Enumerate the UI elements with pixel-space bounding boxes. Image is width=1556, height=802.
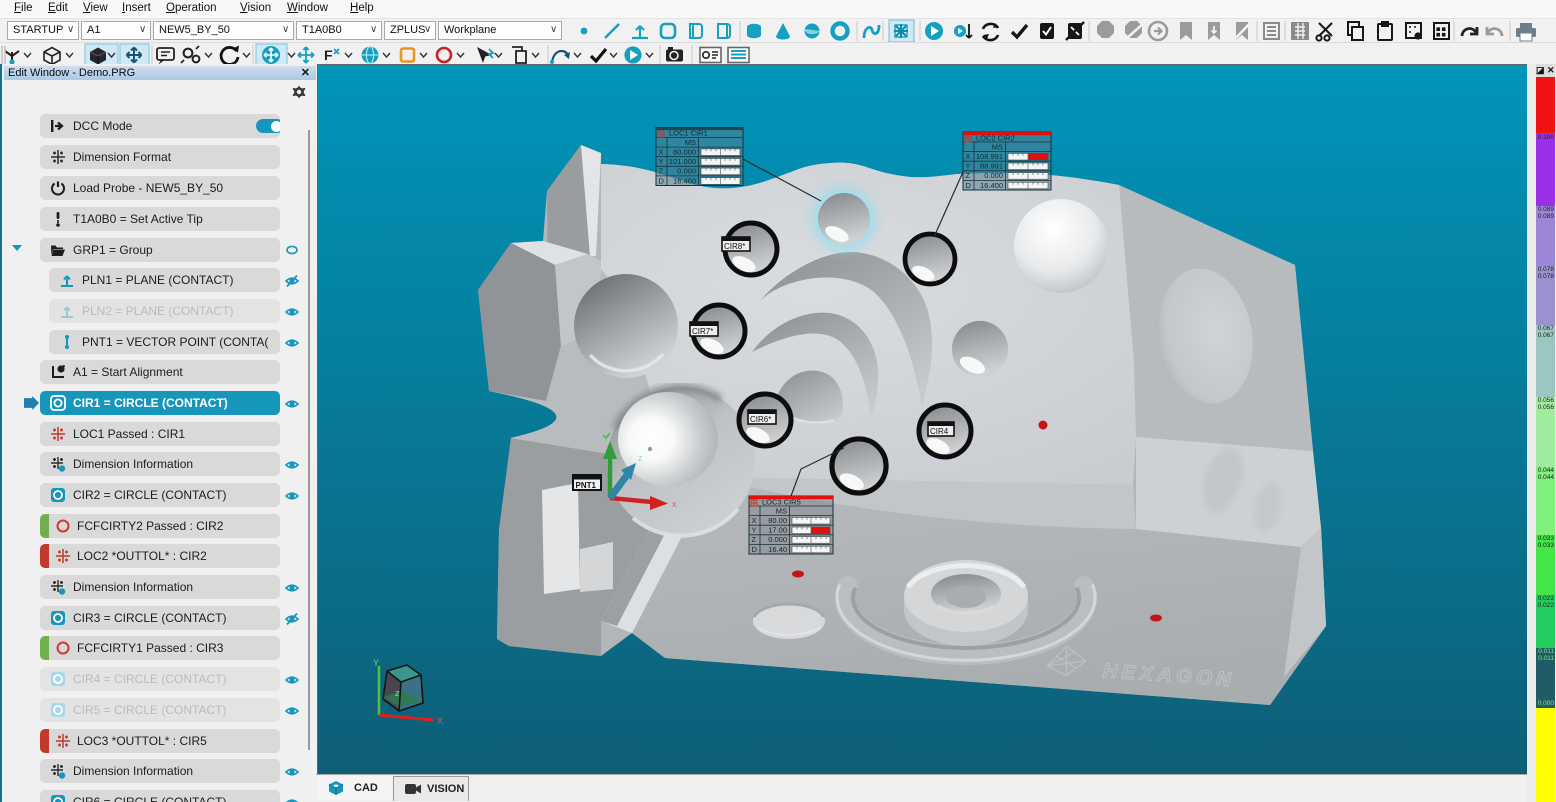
svg-text:101.000: 101.000 (669, 157, 696, 166)
svg-text:x: x (672, 499, 677, 509)
svg-text:16.400: 16.400 (673, 176, 696, 185)
svg-text:z: z (395, 688, 400, 698)
svg-text:MS: MS (776, 507, 787, 516)
svg-text:16.40: 16.40 (768, 545, 787, 554)
svg-text:X: X (752, 516, 757, 525)
svg-text:80.00: 80.00 (768, 516, 787, 525)
svg-text:D: D (966, 181, 972, 190)
svg-text:CIR8*: CIR8* (724, 242, 745, 251)
svg-text:MS: MS (992, 143, 1003, 152)
svg-text:MS: MS (685, 138, 696, 147)
svg-text:80.000: 80.000 (673, 148, 696, 157)
svg-text:108.991: 108.991 (976, 152, 1003, 161)
svg-text:CIR7*: CIR7* (692, 327, 713, 336)
svg-text:Y: Y (373, 658, 379, 668)
svg-text:LOC3 CIR5: LOC3 CIR5 (762, 498, 801, 507)
svg-text:F: F (324, 47, 333, 63)
svg-text:0.000: 0.000 (984, 171, 1003, 180)
svg-text:D: D (752, 545, 758, 554)
svg-text:Y: Y (966, 162, 971, 171)
svg-text:z: z (638, 453, 643, 463)
svg-text:16.400: 16.400 (980, 181, 1003, 190)
svg-text:CIR4: CIR4 (930, 427, 949, 436)
svg-text:0.000: 0.000 (768, 535, 787, 544)
svg-text:Y: Y (752, 526, 757, 535)
svg-text:Z: Z (659, 167, 664, 176)
svg-text:LOC1 CIR1: LOC1 CIR1 (669, 129, 708, 138)
svg-text:PNT1: PNT1 (576, 481, 597, 490)
svg-text:Z: Z (966, 171, 971, 180)
svg-text:88.991: 88.991 (980, 162, 1003, 171)
svg-text:X: X (437, 716, 443, 726)
svg-text:X: X (659, 148, 664, 157)
svg-text:Z: Z (752, 535, 757, 544)
svg-text:0.000: 0.000 (677, 167, 696, 176)
svg-text:D: D (659, 176, 665, 185)
svg-text:LOC2 CIR2: LOC2 CIR2 (976, 134, 1015, 143)
svg-text:CIR6*: CIR6* (750, 415, 771, 424)
svg-text:Y: Y (659, 157, 664, 166)
svg-text:X: X (966, 152, 971, 161)
svg-text:17.00: 17.00 (768, 526, 787, 535)
